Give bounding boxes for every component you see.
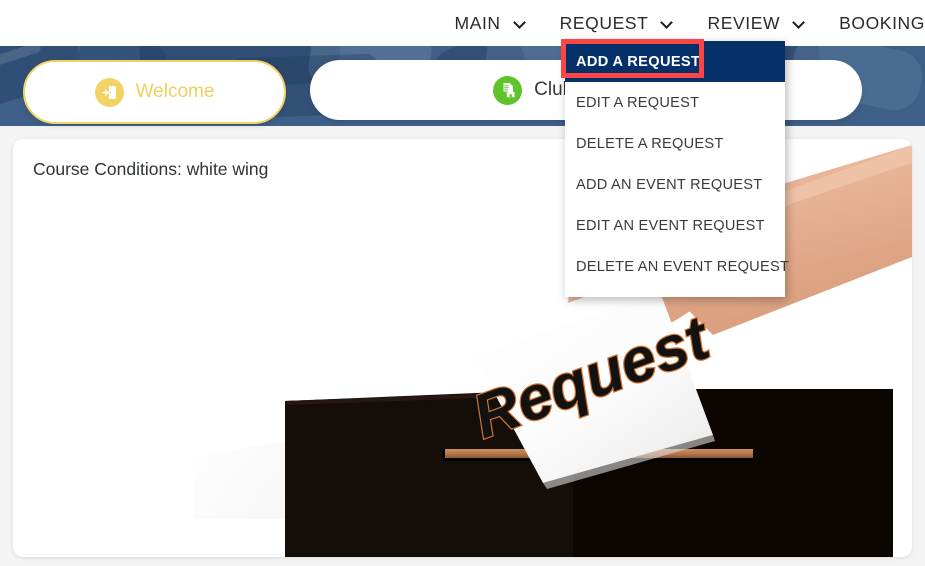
nav-item-request[interactable]: REQUEST	[560, 0, 674, 46]
nav-item-booking[interactable]: BOOKING	[839, 0, 925, 46]
menu-item-add-a-request[interactable]: ADD A REQUEST	[565, 41, 785, 82]
menu-item-label: EDIT AN EVENT REQUEST	[576, 217, 765, 234]
chevron-down-icon[interactable]	[794, 17, 805, 28]
menu-item-label: ADD AN EVENT REQUEST	[576, 176, 763, 193]
nav-item-request-label: REQUEST	[559, 12, 649, 33]
menu-item-edit-a-request[interactable]: EDIT A REQUEST	[565, 82, 785, 123]
menu-item-label: DELETE A REQUEST	[576, 135, 724, 152]
app-root: Course Conditions: white wing Request We…	[0, 0, 925, 566]
nav-item-review-label: REVIEW	[707, 12, 781, 33]
menu-item-delete-a-request[interactable]: DELETE A REQUEST	[565, 123, 785, 164]
tab-welcome-label: Welcome	[135, 81, 215, 102]
nav-item-main-label: MAIN	[454, 12, 501, 33]
menu-item-delete-an-event-request[interactable]: DELETE AN EVENT REQUEST	[565, 246, 789, 287]
nav-item-review[interactable]: REVIEW	[707, 0, 805, 46]
door-enter-icon	[94, 77, 124, 107]
top-navigation-bar: MAIN REQUEST REVIEW BOOKING	[0, 0, 925, 46]
nav-item-main[interactable]: MAIN	[455, 0, 526, 46]
chevron-down-icon[interactable]	[662, 17, 673, 28]
menu-item-edit-an-event-request[interactable]: EDIT AN EVENT REQUEST	[565, 205, 785, 246]
tab-bar: Welcome Club Home Page	[0, 58, 925, 128]
tab-welcome[interactable]: Welcome	[23, 60, 286, 124]
chevron-down-icon[interactable]	[515, 17, 526, 28]
request-dropdown-menu: ADD A REQUEST EDIT A REQUEST DELETE A RE…	[565, 41, 789, 297]
nav-item-booking-label: BOOKING	[839, 12, 925, 33]
menu-item-label: ADD A REQUEST	[576, 53, 701, 70]
nav-items: MAIN REQUEST REVIEW BOOKING	[455, 0, 925, 46]
menu-item-label: EDIT A REQUEST	[576, 94, 700, 111]
document-home-icon	[493, 75, 523, 105]
menu-item-label: DELETE AN EVENT REQUEST	[576, 258, 790, 275]
menu-item-add-an-event-request[interactable]: ADD AN EVENT REQUEST	[565, 164, 785, 205]
